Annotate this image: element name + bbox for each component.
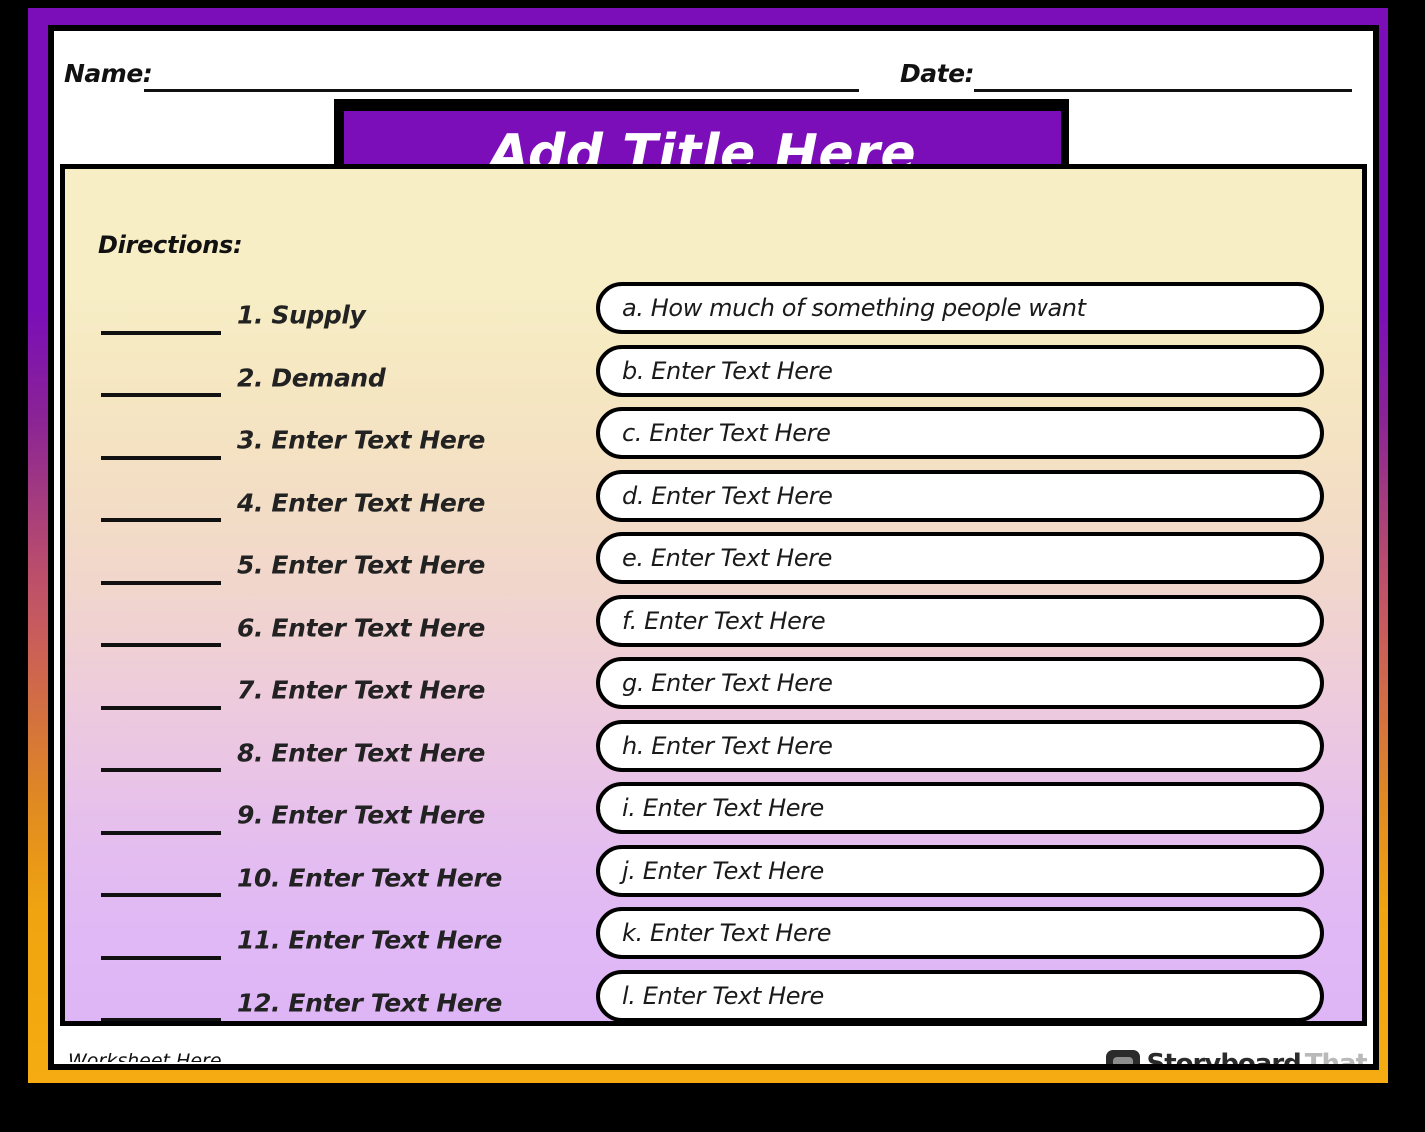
- numbered-item-label[interactable]: 10. Enter Text Here: [237, 863, 502, 892]
- answer-choice-box[interactable]: h. Enter Text Here: [596, 719, 1324, 772]
- answer-slot: g. Enter Text Here: [596, 653, 1326, 716]
- numbered-item-row: 11. Enter Text Here: [65, 909, 610, 972]
- answer-blank-line[interactable]: [101, 893, 221, 897]
- numbered-item-label[interactable]: 1. Supply: [237, 301, 366, 330]
- answer-slot: e. Enter Text Here: [596, 528, 1326, 591]
- answer-choice-box[interactable]: g. Enter Text Here: [596, 657, 1324, 709]
- numbered-item-label[interactable]: 7. Enter Text Here: [237, 676, 485, 705]
- answer-slot: j. Enter Text Here: [596, 841, 1326, 904]
- numbered-item-row: 1. Supply: [65, 284, 610, 347]
- answer-choice-box[interactable]: c. Enter Text Here: [596, 407, 1324, 459]
- screenshot-canvas: Name: Date: Add Title Here Directions: 1…: [0, 0, 1425, 1132]
- answer-blank-line[interactable]: [101, 643, 221, 647]
- answer-blank-line[interactable]: [101, 580, 221, 585]
- numbered-items-column: 1. Supply 2. Demand 3. Enter Text Here 4…: [65, 284, 610, 1021]
- name-date-row: Name: Date:: [54, 31, 1373, 101]
- numbered-item-row: 9. Enter Text Here: [65, 784, 610, 847]
- answer-slot: h. Enter Text Here: [596, 716, 1326, 779]
- answer-choice-box[interactable]: k. Enter Text Here: [596, 907, 1324, 959]
- answer-choice-label: k. Enter Text Here: [622, 919, 832, 947]
- speech-bubble-icon: [1105, 1050, 1140, 1064]
- name-label: Name:: [64, 59, 153, 88]
- numbered-item-label[interactable]: 5. Enter Text Here: [237, 551, 485, 580]
- answer-slot: f. Enter Text Here: [596, 591, 1326, 654]
- answer-slot: a. How much of something people want: [596, 278, 1326, 341]
- worksheet-content-panel: Directions: 1. Supply 2. Demand 3. Enter…: [60, 164, 1367, 1026]
- answer-slot: k. Enter Text Here: [596, 903, 1326, 966]
- answer-choice-box[interactable]: f. Enter Text Here: [596, 594, 1324, 647]
- answer-choice-label: l. Enter Text Here: [622, 981, 824, 1010]
- numbered-item-row: 6. Enter Text Here: [65, 597, 610, 660]
- numbered-item-row: 4. Enter Text Here: [65, 472, 610, 535]
- watermark-word-primary: Storyboard: [1146, 1049, 1302, 1064]
- answer-blank-line[interactable]: [101, 955, 221, 960]
- numbered-item-label[interactable]: 4. Enter Text Here: [237, 488, 485, 517]
- answer-choice-box[interactable]: a. How much of something people want: [596, 282, 1324, 334]
- watermark-word-secondary: That: [1304, 1049, 1367, 1064]
- answer-choice-label: i. Enter Text Here: [622, 794, 824, 822]
- answer-choice-label: f. Enter Text Here: [622, 606, 826, 635]
- answer-choice-box[interactable]: b. Enter Text Here: [596, 344, 1324, 397]
- numbered-item-label[interactable]: 8. Enter Text Here: [237, 738, 485, 767]
- numbered-item-row: 12. Enter Text Here: [65, 972, 610, 1021]
- answer-slot: b. Enter Text Here: [596, 341, 1326, 404]
- answer-slot: i. Enter Text Here: [596, 778, 1326, 841]
- name-input-line[interactable]: [144, 89, 859, 92]
- numbered-item-row: 2. Demand: [65, 347, 610, 410]
- numbered-item-label[interactable]: 9. Enter Text Here: [237, 801, 485, 830]
- numbered-item-row: 5. Enter Text Here: [65, 534, 610, 597]
- answer-slot: l. Enter Text Here: [596, 966, 1326, 1021]
- numbered-item-row: 7. Enter Text Here: [65, 659, 610, 722]
- answer-choice-box[interactable]: d. Enter Text Here: [596, 469, 1324, 522]
- answer-choice-label: c. Enter Text Here: [622, 419, 831, 447]
- directions-label: Directions:: [98, 231, 243, 259]
- answer-choice-label: a. How much of something people want: [622, 294, 1086, 322]
- numbered-item-label[interactable]: 3. Enter Text Here: [237, 426, 485, 455]
- answer-slot: d. Enter Text Here: [596, 466, 1326, 529]
- footer-clipped-text: Worksheet Here: [68, 1050, 222, 1062]
- answer-blank-line[interactable]: [101, 393, 221, 397]
- answer-blank-line[interactable]: [101, 455, 221, 460]
- answer-choice-label: b. Enter Text Here: [622, 356, 833, 385]
- answer-blank-line[interactable]: [101, 705, 221, 710]
- numbered-item-row: 10. Enter Text Here: [65, 847, 610, 910]
- answer-blank-line[interactable]: [101, 1018, 221, 1021]
- answer-choices-column: a. How much of something people want b. …: [596, 278, 1326, 1021]
- date-input-line[interactable]: [974, 89, 1352, 92]
- date-label: Date:: [900, 59, 975, 88]
- answer-choice-label: d. Enter Text Here: [622, 481, 833, 510]
- answer-choice-box[interactable]: j. Enter Text Here: [596, 844, 1324, 897]
- storyboardthat-watermark: Storyboard That: [1105, 1044, 1367, 1064]
- answer-choice-box[interactable]: i. Enter Text Here: [596, 782, 1324, 834]
- numbered-item-label[interactable]: 6. Enter Text Here: [237, 613, 485, 642]
- answer-choice-label: e. Enter Text Here: [622, 544, 833, 572]
- numbered-item-row: 8. Enter Text Here: [65, 722, 610, 785]
- answer-choice-box[interactable]: l. Enter Text Here: [596, 969, 1324, 1021]
- answer-blank-line[interactable]: [101, 330, 221, 335]
- answer-choice-label: j. Enter Text Here: [622, 856, 824, 885]
- numbered-item-label[interactable]: 11. Enter Text Here: [237, 926, 502, 955]
- answer-choice-label: h. Enter Text Here: [622, 731, 833, 760]
- numbered-item-label[interactable]: 2. Demand: [237, 363, 386, 392]
- worksheet-page: Name: Date: Add Title Here Directions: 1…: [54, 31, 1373, 1064]
- answer-blank-line[interactable]: [101, 518, 221, 522]
- matching-columns: 1. Supply 2. Demand 3. Enter Text Here 4…: [65, 282, 1362, 1021]
- answer-blank-line[interactable]: [101, 768, 221, 772]
- answer-blank-line[interactable]: [101, 830, 221, 835]
- answer-choice-box[interactable]: e. Enter Text Here: [596, 532, 1324, 584]
- numbered-item-label[interactable]: 12. Enter Text Here: [237, 988, 502, 1017]
- answer-slot: c. Enter Text Here: [596, 403, 1326, 466]
- answer-choice-label: g. Enter Text Here: [622, 669, 833, 697]
- numbered-item-row: 3. Enter Text Here: [65, 409, 610, 472]
